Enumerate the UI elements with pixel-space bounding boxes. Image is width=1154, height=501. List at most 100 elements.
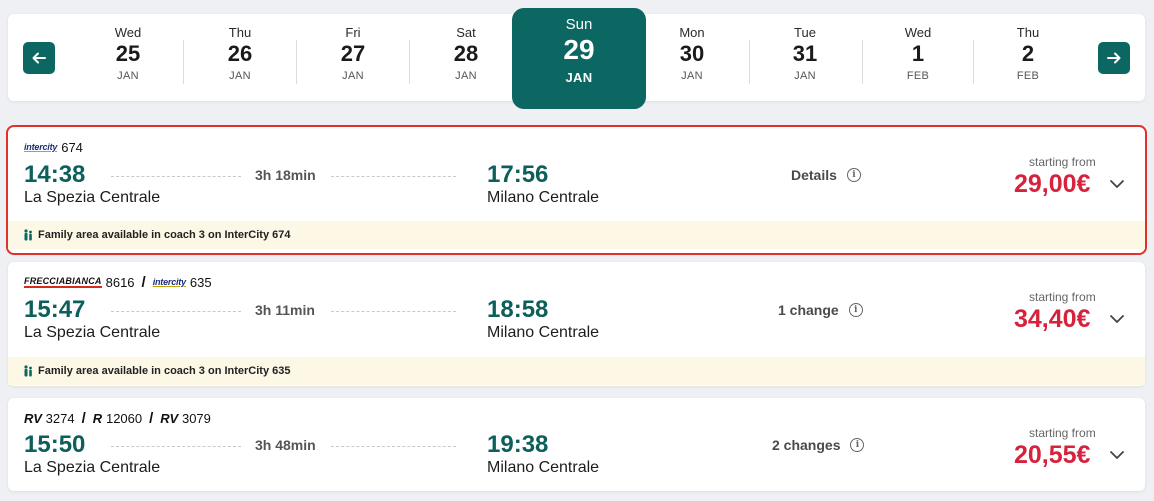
month: JAN [117, 70, 139, 82]
price: 20,55€ [1014, 441, 1091, 469]
date-fri-27[interactable]: Fri 27 JAN [325, 25, 381, 95]
train-number: 635 [189, 274, 212, 290]
chevron-down-icon[interactable] [1109, 176, 1125, 192]
day-number: 29 [563, 34, 595, 65]
trip-duration: 3h 18min [255, 167, 316, 183]
changes-link[interactable]: 1 change i [778, 302, 863, 318]
date-mon-30[interactable]: Mon 30 JAN [664, 25, 720, 95]
month: JAN [794, 70, 816, 82]
day-of-week: Sun [565, 16, 593, 33]
train-brands: FRECCIABIANCA 8616 / intercity 635 [24, 274, 212, 291]
departure-station: La Spezia Centrale [24, 189, 161, 206]
day-of-week: Wed [114, 25, 142, 40]
info-icon[interactable]: i [846, 168, 861, 182]
arrow-left-icon [32, 52, 46, 64]
day-number: 31 [792, 41, 818, 66]
family-icon [24, 229, 32, 241]
separator: / [149, 409, 154, 427]
starting-from-label: starting from [1029, 290, 1096, 304]
arrival-time: 17:56 [487, 161, 549, 188]
date-tue-31[interactable]: Tue 31 JAN [777, 25, 833, 95]
route-line [331, 176, 456, 177]
month: JAN [229, 70, 251, 82]
day-of-week: Wed [904, 25, 932, 40]
date-wed-1[interactable]: Wed 1 FEB [890, 25, 946, 95]
price: 34,40€ [1014, 305, 1091, 333]
day-of-week: Fri [345, 25, 361, 40]
route-line [111, 311, 241, 312]
divider [409, 40, 410, 84]
day-of-week: Tue [794, 25, 816, 40]
month: FEB [1016, 70, 1040, 82]
day-of-week: Mon [679, 25, 705, 40]
price: 29,00€ [1014, 170, 1091, 198]
train-number: 3079 [181, 410, 211, 426]
info-icon[interactable]: i [850, 438, 865, 452]
month: JAN [342, 70, 364, 82]
day-of-week: Sat [456, 25, 476, 40]
starting-from-label: starting from [1029, 426, 1096, 440]
train-number: 8616 [105, 274, 135, 290]
day-number: 1 [911, 41, 925, 66]
departure-time: 15:47 [24, 296, 86, 323]
arrival-time: 19:38 [487, 431, 549, 458]
month: JAN [565, 70, 593, 85]
family-area-notice: Family area available in coach 3 on Inte… [8, 357, 1145, 385]
day-of-week: Thu [228, 25, 252, 40]
day-number: 25 [115, 41, 141, 66]
arrival-station: Milano Centrale [487, 459, 600, 476]
date-wed-25[interactable]: Wed 25 JAN [100, 25, 156, 95]
separator: / [81, 409, 86, 427]
family-icon [24, 365, 32, 377]
prev-dates-button[interactable] [23, 42, 55, 74]
next-dates-button[interactable] [1098, 42, 1130, 74]
month: JAN [681, 70, 703, 82]
date-sat-28[interactable]: Sat 28 JAN [438, 25, 494, 95]
day-number: 26 [227, 41, 253, 66]
info-icon[interactable]: i [848, 303, 863, 317]
changes-label: 2 changes [772, 437, 841, 453]
arrival-time: 18:58 [487, 296, 549, 323]
trip-duration: 3h 48min [255, 437, 316, 453]
divider [183, 40, 184, 84]
train-number: 12060 [105, 410, 143, 426]
changes-label: Details [791, 167, 837, 183]
divider [749, 40, 750, 84]
notice-text: Family area available in coach 3 on Inte… [38, 365, 291, 377]
changes-link[interactable]: 2 changes i [772, 437, 865, 453]
details-link[interactable]: Details i [791, 167, 861, 183]
train-number: 3274 [45, 410, 75, 426]
day-number: 28 [453, 41, 479, 66]
regionale-veloce-logo: RV [160, 410, 178, 426]
intercity-logo: intercity [152, 277, 186, 287]
train-result-card[interactable]: intercity 674 14:38 La Spezia Centrale 3… [6, 125, 1147, 255]
train-brands: RV 3274 / R 12060 / RV 3079 [24, 409, 211, 427]
day-of-week: Thu [1016, 25, 1040, 40]
departure-time: 15:50 [24, 431, 86, 458]
chevron-down-icon[interactable] [1109, 447, 1125, 463]
starting-from-label: starting from [1029, 155, 1096, 169]
date-sun-29-selected[interactable]: Sun 29 JAN [512, 8, 646, 109]
month: FEB [906, 70, 930, 82]
train-number: 674 [61, 139, 83, 155]
route-line [111, 176, 241, 177]
train-result-card[interactable]: FRECCIABIANCA 8616 / intercity 635 15:47… [8, 262, 1145, 386]
month: JAN [455, 70, 477, 82]
changes-label: 1 change [778, 302, 839, 318]
family-area-notice: Family area available in coach 3 on Inte… [8, 221, 1145, 249]
arrival-station: Milano Centrale [487, 189, 600, 206]
trip-duration: 3h 11min [255, 302, 315, 318]
route-line [111, 446, 241, 447]
chevron-down-icon[interactable] [1109, 311, 1125, 327]
date-thu-2[interactable]: Thu 2 FEB [1000, 25, 1056, 95]
route-line [331, 311, 456, 312]
regionale-logo: R [92, 410, 102, 426]
date-thu-26[interactable]: Thu 26 JAN [212, 25, 268, 95]
departure-station: La Spezia Centrale [24, 324, 161, 341]
date-selector: Wed 25 JAN Thu 26 JAN Fri 27 JAN Sat 28 … [8, 8, 1145, 109]
route-line [331, 446, 456, 447]
divider [862, 40, 863, 84]
departure-station: La Spezia Centrale [24, 459, 161, 476]
train-result-card[interactable]: RV 3274 / R 12060 / RV 3079 15:50 La Spe… [8, 398, 1145, 491]
arrow-right-icon [1107, 52, 1121, 64]
